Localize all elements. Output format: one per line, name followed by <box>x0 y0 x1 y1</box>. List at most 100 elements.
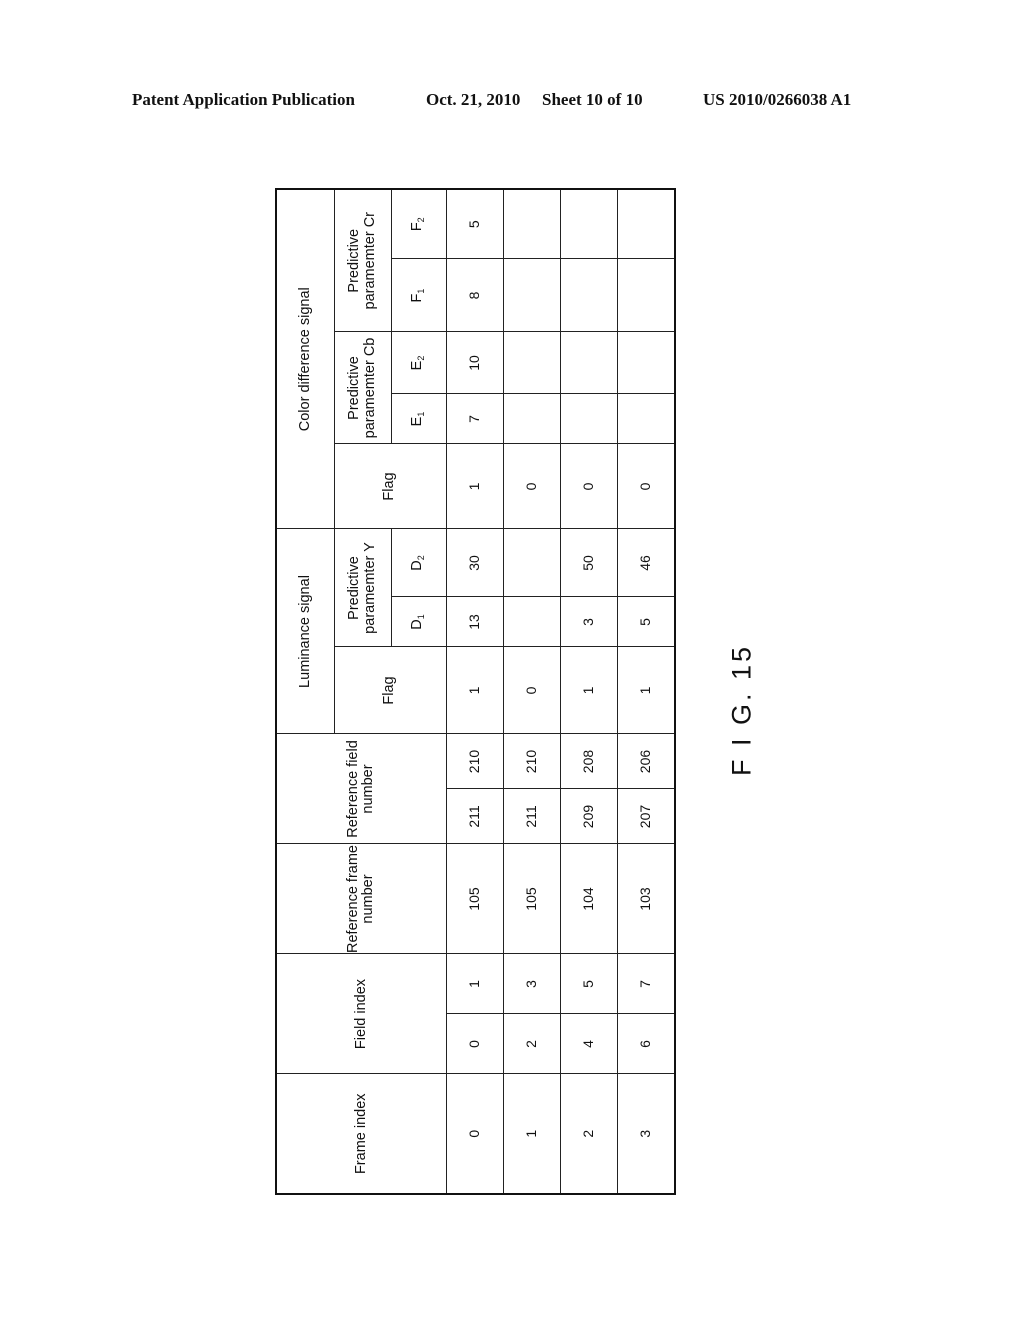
header-d2: D2 <box>391 529 446 597</box>
e1-cell <box>560 394 617 444</box>
e2-cell <box>503 332 560 394</box>
d2-symbol: D <box>409 560 426 571</box>
frame-index-cell: 1 <box>503 1074 560 1194</box>
figure-label-text: F I G. 15 <box>726 643 757 777</box>
prediction-parameter-table: Frame index Field index Reference frame … <box>275 187 676 1195</box>
f1-cell <box>503 259 560 332</box>
luminance-flag-cell: 1 <box>617 647 675 734</box>
figure-table-container: Frame index Field index Reference frame … <box>275 187 676 1195</box>
field-index-value: 7 <box>617 954 674 1015</box>
e1-cell <box>617 394 675 444</box>
reference-field-value: 206 <box>617 734 674 790</box>
chroma-flag-cell: 0 <box>617 444 675 529</box>
luminance-flag-cell: 1 <box>446 647 503 734</box>
f1-subscript: 1 <box>416 288 427 294</box>
field-index-value: 2 <box>523 1040 540 1048</box>
f2-symbol: F <box>409 222 426 232</box>
reference-field-value: 209 <box>580 804 597 829</box>
field-index-cell: 23 <box>503 954 560 1074</box>
d1-cell: 13 <box>446 597 503 647</box>
header-luminance-signal: Luminance signal <box>276 529 334 734</box>
reference-field-value: 211 <box>523 805 540 828</box>
d2-cell <box>503 529 560 597</box>
frame-index-cell: 0 <box>446 1074 503 1194</box>
header-d1: D1 <box>391 597 446 647</box>
e2-cell <box>560 332 617 394</box>
e1-cell <box>503 394 560 444</box>
header-predictive-parameter-cb: Predictive paramemter Cb <box>334 332 391 444</box>
chroma-flag-cell: 0 <box>503 444 560 529</box>
field-index-value: 1 <box>446 954 503 1015</box>
reference-field-cell: 209 208 <box>560 734 617 844</box>
f2-cell <box>560 188 617 259</box>
header-reference-field-number: Reference field number <box>276 734 446 844</box>
e2-symbol: E <box>409 360 426 371</box>
reference-field-value: 210 <box>446 734 503 790</box>
header-f2: F2 <box>391 188 446 259</box>
reference-frame-cell: 105 <box>446 844 503 954</box>
reference-frame-cell: 103 <box>617 844 675 954</box>
field-index-value: 4 <box>580 1040 597 1048</box>
table-row: 2 45 104 209 208 1 3 50 0 <box>560 188 617 1194</box>
header-luminance-flag: Flag <box>334 647 446 734</box>
sheet-number: Sheet 10 of 10 <box>542 90 643 109</box>
header-chroma-flag: Flag <box>334 444 446 529</box>
reference-field-cell: 207 206 <box>617 734 675 844</box>
luminance-flag-cell: 0 <box>503 647 560 734</box>
header-reference-frame-number: Reference frame number <box>276 844 446 954</box>
reference-frame-cell: 104 <box>560 844 617 954</box>
header-predictive-parameter-cr: Predictive paramemter Cr <box>334 188 391 332</box>
reference-field-value: 207 <box>637 804 654 829</box>
table-row: 0 01 105 211 210 1 13 30 1 7 1 0 8 5 <box>446 188 503 1194</box>
d2-cell: 50 <box>560 529 617 597</box>
table-row: 1 23 105 211 210 0 0 <box>503 188 560 1194</box>
d2-cell: 46 <box>617 529 675 597</box>
f1-cell <box>617 259 675 332</box>
header-e1: E1 <box>391 394 446 444</box>
header-frame-index: Frame index <box>276 1074 446 1194</box>
field-index-cell: 67 <box>617 954 675 1074</box>
reference-field-cell: 211 210 <box>503 734 560 844</box>
chroma-flag-cell: 0 <box>560 444 617 529</box>
f2-cell: 5 <box>446 188 503 259</box>
figure-label: F I G. 15 <box>712 644 772 776</box>
f2-cell <box>503 188 560 259</box>
d2-cell: 30 <box>446 529 503 597</box>
d1-symbol: D <box>409 619 426 630</box>
d1-cell <box>503 597 560 647</box>
header-f1: F1 <box>391 259 446 332</box>
field-index-cell: 45 <box>560 954 617 1074</box>
publication-type: Patent Application Publication <box>132 90 355 109</box>
publication-date: Oct. 21, 2010 <box>426 90 521 109</box>
field-index-value: 5 <box>560 954 617 1015</box>
chroma-flag-cell: 1 <box>446 444 503 529</box>
f1-cell <box>560 259 617 332</box>
patent-number: US 2010/0266038 A1 <box>703 90 852 109</box>
reference-frame-cell: 105 <box>503 844 560 954</box>
header-e2: E2 <box>391 332 446 394</box>
table-row: 3 67 103 207 206 1 5 46 0 <box>617 188 675 1194</box>
field-index-value: 3 <box>503 954 560 1015</box>
f1-cell: 8 <box>446 259 503 332</box>
header-field-index: Field index <box>276 954 446 1074</box>
e2-subscript: 2 <box>416 355 427 361</box>
field-index-value: 0 <box>466 1040 483 1048</box>
e1-subscript: 1 <box>416 411 427 417</box>
header-color-difference-signal: Color difference signal <box>276 188 334 529</box>
f2-cell <box>617 188 675 259</box>
d2-subscript: 2 <box>416 555 427 561</box>
f2-subscript: 2 <box>416 217 427 223</box>
field-index-value: 6 <box>637 1040 654 1048</box>
reference-field-value: 211 <box>466 805 483 828</box>
reference-field-cell: 211 210 <box>446 734 503 844</box>
reference-field-value: 210 <box>503 734 560 790</box>
field-index-cell: 01 <box>446 954 503 1074</box>
frame-index-cell: 3 <box>617 1074 675 1194</box>
reference-field-value: 208 <box>560 734 617 790</box>
e1-symbol: E <box>409 416 426 427</box>
d1-cell: 3 <box>560 597 617 647</box>
d1-cell: 5 <box>617 597 675 647</box>
luminance-flag-cell: 1 <box>560 647 617 734</box>
f1-symbol: F <box>409 293 426 303</box>
e1-cell: 7 <box>446 394 503 444</box>
